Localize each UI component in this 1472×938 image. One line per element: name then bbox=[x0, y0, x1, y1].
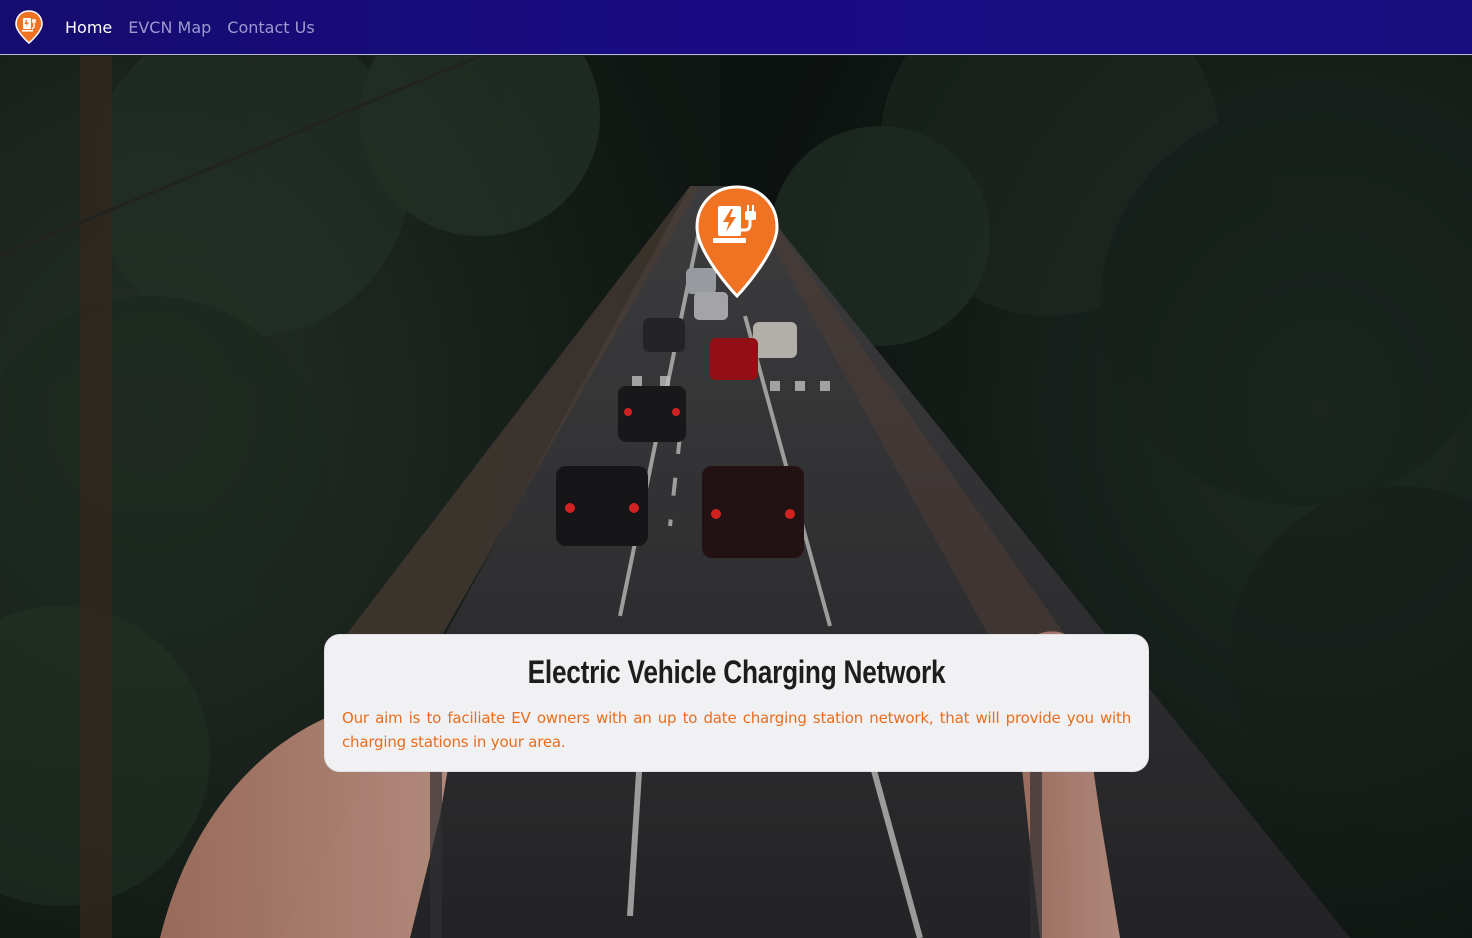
hero-section bbox=[0, 56, 1472, 938]
top-navbar: Home EVCN Map Contact Us bbox=[0, 0, 1472, 55]
brand-logo-icon[interactable] bbox=[14, 10, 44, 44]
card-description: Our aim is to faciliate EV owners with a… bbox=[342, 709, 1131, 751]
nav-link-contact-us[interactable]: Contact Us bbox=[227, 18, 314, 37]
nav-link-home[interactable]: Home bbox=[65, 18, 112, 37]
ev-charging-station-pin-icon bbox=[695, 185, 779, 299]
nav-link-evcn-map[interactable]: EVCN Map bbox=[128, 18, 211, 37]
intro-card: Electric Vehicle Charging Network Our ai… bbox=[324, 634, 1149, 772]
card-title: Electric Vehicle Charging Network bbox=[527, 654, 946, 690]
